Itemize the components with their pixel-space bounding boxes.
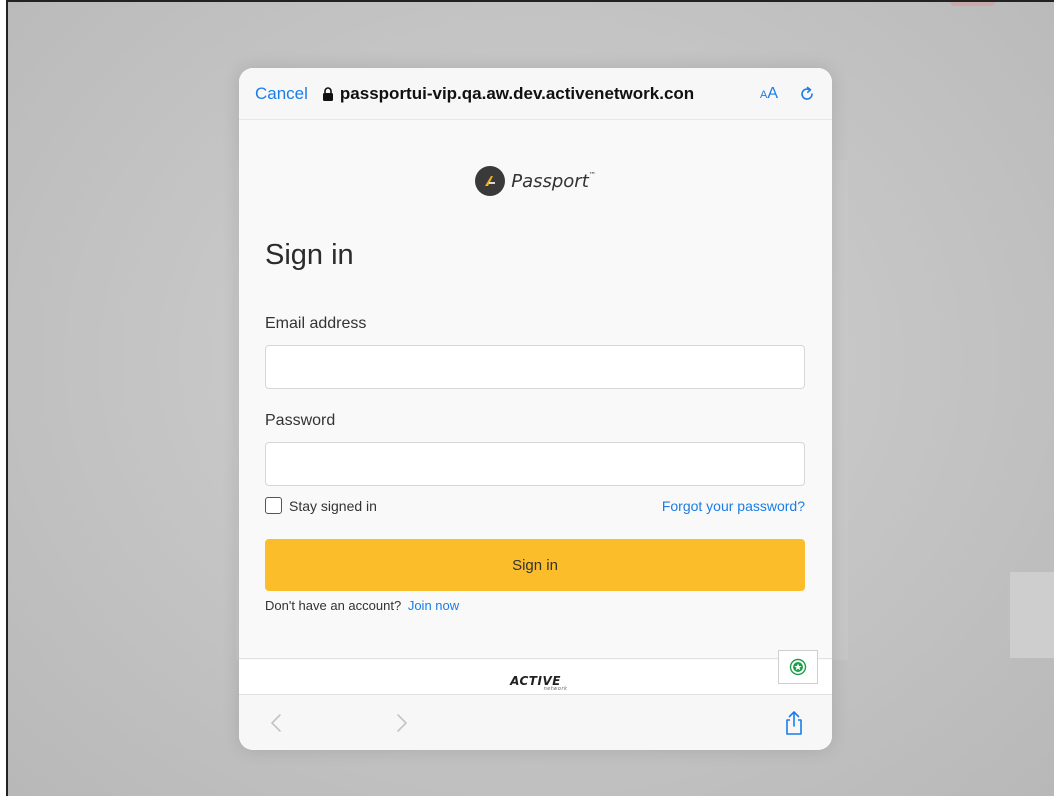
signup-prompt: Don't have an account? Join now — [265, 598, 459, 613]
brand-trademark: ™ — [588, 170, 596, 179]
browser-bottom-toolbar — [239, 694, 832, 750]
stay-signed-in[interactable]: Stay signed in — [265, 497, 377, 514]
passport-logo-icon — [475, 166, 506, 196]
page-title: Sign in — [265, 239, 354, 271]
password-label: Password — [265, 412, 336, 429]
password-field[interactable] — [265, 442, 805, 486]
background-indicator — [950, 2, 996, 6]
chevron-left-icon[interactable] — [265, 711, 289, 735]
options-row: Stay signed in Forgot your password? — [265, 497, 805, 514]
text-size-large-glyph: A — [767, 84, 778, 102]
join-now-link[interactable]: Join now — [408, 598, 459, 613]
forgot-password-link[interactable]: Forgot your password? — [662, 498, 805, 514]
email-label: Email address — [265, 315, 367, 332]
email-field[interactable] — [265, 345, 805, 389]
accessibility-icon — [789, 658, 807, 676]
reload-icon[interactable] — [798, 85, 816, 103]
brand-name-text: Passport — [511, 170, 589, 192]
sign-in-button[interactable]: Sign in — [265, 539, 805, 591]
lock-icon — [322, 86, 333, 101]
browser-toolbar: Cancel passportui-vip.qa.aw.dev.activene… — [239, 68, 832, 120]
stay-signed-in-checkbox[interactable] — [265, 497, 282, 514]
footer-divider — [239, 658, 832, 659]
background-tab — [1010, 572, 1054, 658]
brand-header: Passport™ — [239, 166, 832, 196]
cancel-button[interactable]: Cancel — [255, 84, 308, 104]
text-size-button[interactable]: AA — [760, 85, 778, 103]
active-network-logo: ACTIVE network — [239, 674, 832, 692]
no-account-text: Don't have an account? — [265, 598, 402, 613]
footer-logo-sub: network — [543, 686, 568, 692]
brand-name: Passport™ — [511, 171, 596, 192]
stay-signed-in-label: Stay signed in — [289, 497, 377, 514]
browser-sheet: Cancel passportui-vip.qa.aw.dev.activene… — [239, 68, 832, 750]
chevron-right-icon[interactable] — [389, 711, 413, 735]
accessibility-button[interactable] — [778, 650, 818, 684]
share-icon[interactable] — [782, 710, 806, 736]
url-text[interactable]: passportui-vip.qa.aw.dev.activenetwork.c… — [340, 84, 752, 104]
